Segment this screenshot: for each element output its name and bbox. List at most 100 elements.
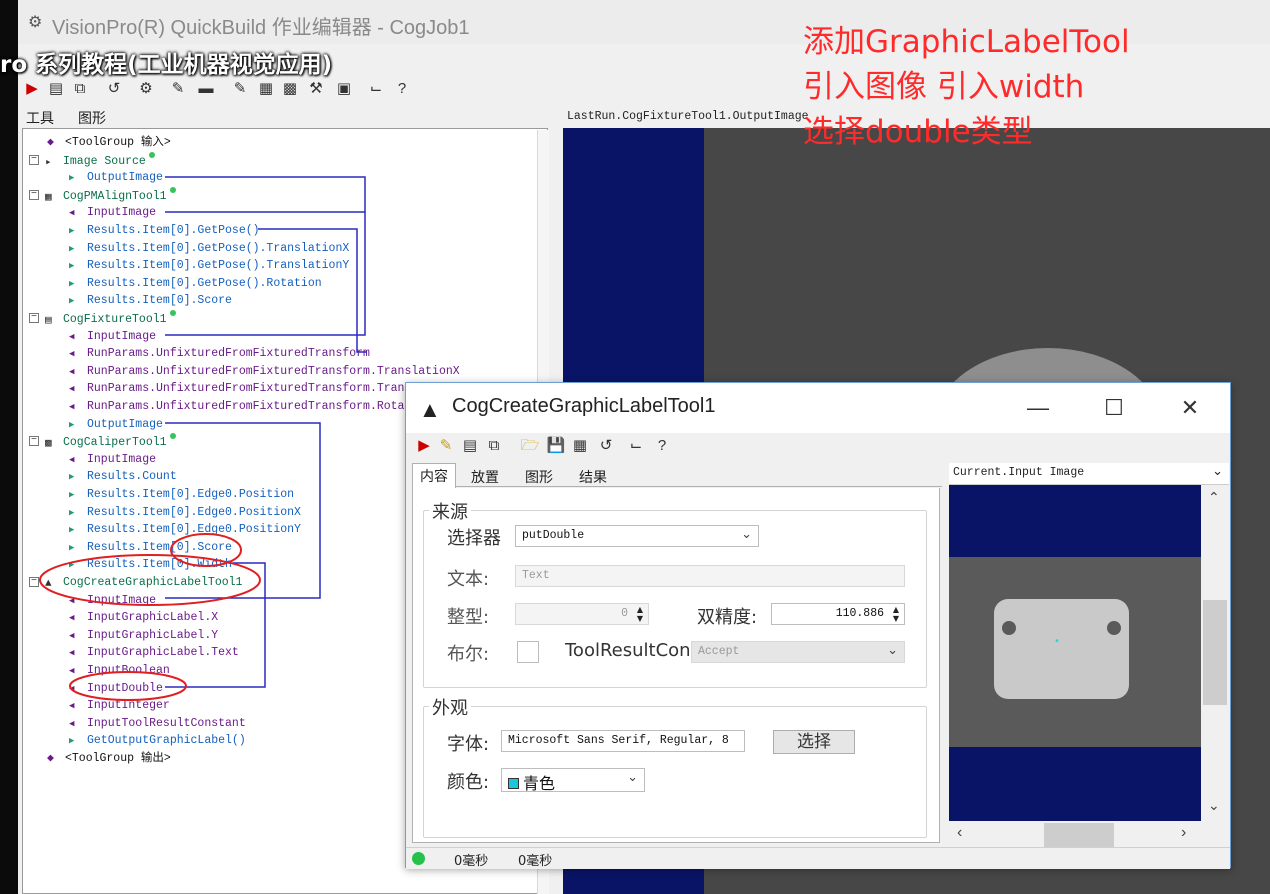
table-icon[interactable]: ▩ [280, 79, 300, 99]
preview-vertical-scrollbar[interactable]: ⌃ ⌄ [1201, 485, 1229, 821]
brush-icon[interactable]: ✎ [168, 79, 188, 99]
layout-icon[interactable]: ▦ [570, 436, 590, 456]
display-icon[interactable]: ▤ [46, 79, 66, 99]
choose-font-button[interactable]: 选择 [773, 730, 855, 754]
tree-row[interactable]: − ▸ Image Source [29, 151, 155, 169]
preview-horizontal-scrollbar[interactable]: ‹ › [949, 821, 1229, 849]
tree-row[interactable]: ◀ InputDouble [69, 680, 163, 697]
tree-row[interactable]: ▶ Results.Item[0].Edge0.PositionY [69, 521, 301, 538]
tree-row-label: GetOutputGraphicLabel() [87, 734, 246, 748]
wrench-icon[interactable]: ⚒ [306, 79, 326, 99]
selector-dropdown[interactable]: putDouble ⌄ [515, 525, 759, 547]
tutorial-annotation: 添加GraphicLabelTool 引入图像 引入width 选择double… [803, 20, 1130, 155]
tree-row[interactable]: ▶ Results.Item[0].GetPose().TranslationX [69, 240, 349, 257]
tree-row[interactable]: ◀ InputBoolean [69, 662, 170, 679]
display-icon[interactable]: ▤ [460, 436, 480, 456]
chevron-down-icon[interactable]: ⌄ [1212, 464, 1223, 479]
tree-row[interactable]: ▶ GetOutputGraphicLabel() [69, 732, 246, 749]
tree-row[interactable]: − ▩ CogCaliperTool1 [29, 433, 176, 450]
tree-row[interactable]: ▶ OutputImage [69, 169, 163, 186]
tree-row[interactable]: ◀ InputImage [69, 328, 156, 345]
tool-result-dropdown[interactable]: Accept ⌄ [691, 641, 905, 663]
collapse-icon[interactable]: − [29, 577, 39, 587]
spin-icon[interactable]: ▲ ▼ [890, 605, 902, 623]
tree-row[interactable]: ▶ Results.Item[0].Edge0.PositionX [69, 504, 301, 521]
double-stepper[interactable]: 110.886 ▲ ▼ [771, 603, 905, 625]
tree-row[interactable]: ◀ RunParams.UnfixturedFromFixturedTransfo… [69, 380, 460, 397]
maximize-icon[interactable]: ☐ [1094, 391, 1134, 425]
tree-row[interactable]: ▶ Results.Item[0].GetPose() [69, 222, 260, 239]
run-icon[interactable]: ▶ [414, 436, 434, 456]
tool-icon[interactable]: ⚙ [136, 79, 156, 99]
window-icon[interactable]: ▣ [334, 79, 354, 99]
close-icon[interactable]: ✕ [1170, 391, 1210, 425]
tree-row[interactable]: ▶ OutputImage [69, 416, 163, 433]
grid-icon[interactable]: ▦ [256, 79, 276, 99]
font-field[interactable]: Microsoft Sans Serif, Regular, 8 [501, 730, 745, 752]
tab-results[interactable]: 结果 [572, 465, 614, 487]
tab-graphics[interactable]: 图形 [518, 465, 560, 487]
tree-row[interactable]: ◀ InputInteger [69, 697, 170, 714]
chevron-left-icon[interactable]: ‹ [957, 824, 962, 842]
tree-row[interactable]: ▶ Results.Item[0].GetPose().Rotation [69, 275, 322, 292]
boolean-checkbox[interactable] [517, 641, 539, 663]
tree-row[interactable]: ◀ RunParams.UnfixturedFromFixturedTransfo… [69, 345, 370, 362]
tab-tools[interactable]: 工具 [26, 108, 54, 128]
tree-row[interactable]: − ▦ CogPMAlignTool1 [29, 186, 176, 204]
ruler-icon[interactable]: ⌙ [366, 79, 386, 99]
tree-row[interactable]: ▶ Results.Item[0].Edge0.Position [69, 486, 294, 503]
color-dropdown[interactable]: 青色 ⌄ [501, 768, 645, 793]
help-icon[interactable]: ? [652, 436, 672, 456]
tab-content[interactable]: 内容 [412, 463, 456, 488]
chevron-up-icon[interactable]: ⌃ [1208, 489, 1220, 506]
spin-icon[interactable]: ▲ ▼ [634, 605, 646, 623]
tree-row[interactable]: ▶ Results.Item[0].Score [69, 539, 232, 556]
import-icon[interactable]: ↺ [104, 79, 124, 99]
tree-row[interactable]: ◀ InputImage [69, 592, 156, 609]
text-input[interactable]: Text [515, 565, 905, 587]
tree-row[interactable]: ◆ <ToolGroup 输出> [47, 750, 171, 767]
tree-row[interactable]: ◀ InputGraphicLabel.Y [69, 627, 218, 644]
collapse-icon[interactable]: − [29, 189, 39, 200]
minimize-icon[interactable]: — [1018, 391, 1058, 425]
collapse-icon[interactable]: − [29, 154, 39, 165]
minus-icon[interactable]: ▬ [196, 79, 216, 99]
tree-row[interactable]: ◆ <ToolGroup 输入> [47, 134, 171, 151]
input-arrow-icon: ◀ [69, 683, 75, 694]
tab-placement[interactable]: 放置 [464, 465, 506, 487]
preview-image-label[interactable]: Current.Input Image ⌄ [949, 463, 1229, 485]
edit-icon[interactable]: ✎ [230, 79, 250, 99]
tree-row[interactable]: − ▲ CogCreateGraphicLabelTool1 [29, 574, 242, 591]
import-icon[interactable]: ↺ [596, 436, 616, 456]
chevron-right-icon[interactable]: › [1181, 824, 1186, 842]
tree-row[interactable]: − ▤ CogFixtureTool1 [29, 310, 176, 327]
vertical-scroll-thumb[interactable] [1203, 600, 1227, 705]
ruler-icon[interactable]: ⌙ [626, 436, 646, 456]
chevron-down-icon[interactable]: ⌄ [1208, 797, 1220, 814]
tree-row[interactable]: ▶ Results.Count [69, 468, 177, 485]
tab-graphics[interactable]: 图形 [78, 108, 106, 128]
integer-stepper[interactable]: 0 ▲ ▼ [515, 603, 649, 625]
collapse-icon[interactable]: − [29, 436, 39, 447]
copy-icon[interactable]: ⧉ [70, 79, 90, 99]
collapse-icon[interactable]: − [29, 313, 39, 323]
run-icon[interactable]: ▶ [22, 79, 42, 99]
tree-row[interactable]: ◀ InputGraphicLabel.X [69, 609, 218, 626]
open-icon[interactable]: 🗁 [520, 436, 540, 456]
pencil-icon[interactable]: ✎ [436, 436, 456, 456]
tree-row[interactable]: ◀ InputImage [69, 451, 156, 468]
copy-icon[interactable]: ⧉ [484, 436, 504, 456]
horizontal-scroll-thumb[interactable] [1044, 823, 1114, 847]
tree-row-label: InputToolResultConstant [87, 716, 246, 730]
help-icon[interactable]: ? [392, 79, 412, 99]
tree-row[interactable]: ◀ RunParams.UnfixturedFromFixturedTransfo… [69, 363, 460, 380]
preview-image[interactable]: • [949, 485, 1201, 821]
tree-row[interactable]: ◀ RunParams.UnfixturedFromFixturedTransfo… [69, 398, 432, 415]
tree-row[interactable]: ◀ InputGraphicLabel.Text [69, 644, 239, 661]
tree-row[interactable]: ◀ InputToolResultConstant [69, 715, 246, 732]
tree-row[interactable]: ◀ InputImage [69, 204, 156, 221]
save-icon[interactable]: 💾 [546, 436, 566, 456]
tree-row[interactable]: ▶ Results.Item[0].Score [69, 292, 232, 309]
tree-row[interactable]: ▶ Results.Item[0].Width [69, 556, 232, 573]
tree-row[interactable]: ▶ Results.Item[0].GetPose().TranslationY [69, 257, 349, 274]
